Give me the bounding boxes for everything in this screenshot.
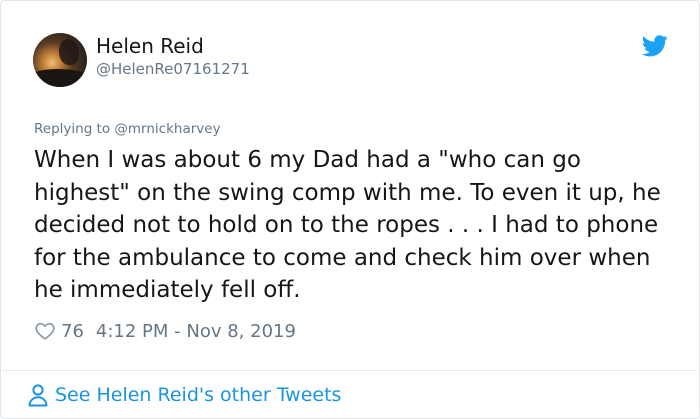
- heart-icon[interactable]: [34, 320, 56, 342]
- replying-to-line[interactable]: Replying to @mrnickharvey: [34, 121, 221, 137]
- tweet-meta: 76 4:12 PM - Nov 8, 2019: [34, 318, 296, 344]
- twitter-bird-icon[interactable]: [642, 35, 668, 57]
- like-count[interactable]: 76: [61, 321, 84, 342]
- tweet-card: Helen Reid @HelenRe07161271 Replying to …: [0, 0, 700, 419]
- see-other-tweets-link[interactable]: See Helen Reid's other Tweets: [27, 381, 341, 409]
- author-name[interactable]: Helen Reid: [96, 34, 204, 58]
- avatar-tree-silhouette: [59, 39, 79, 65]
- avatar-hill-silhouette: [33, 69, 87, 87]
- see-other-tweets-label[interactable]: See Helen Reid's other Tweets: [55, 384, 341, 406]
- person-icon: [28, 384, 48, 407]
- avatar[interactable]: [33, 33, 87, 87]
- timestamp[interactable]: 4:12 PM - Nov 8, 2019: [96, 321, 296, 342]
- divider: [2, 370, 698, 371]
- author-handle[interactable]: @HelenRe07161271: [96, 60, 250, 78]
- tweet-text: When I was about 6 my Dad had a "who can…: [34, 147, 661, 303]
